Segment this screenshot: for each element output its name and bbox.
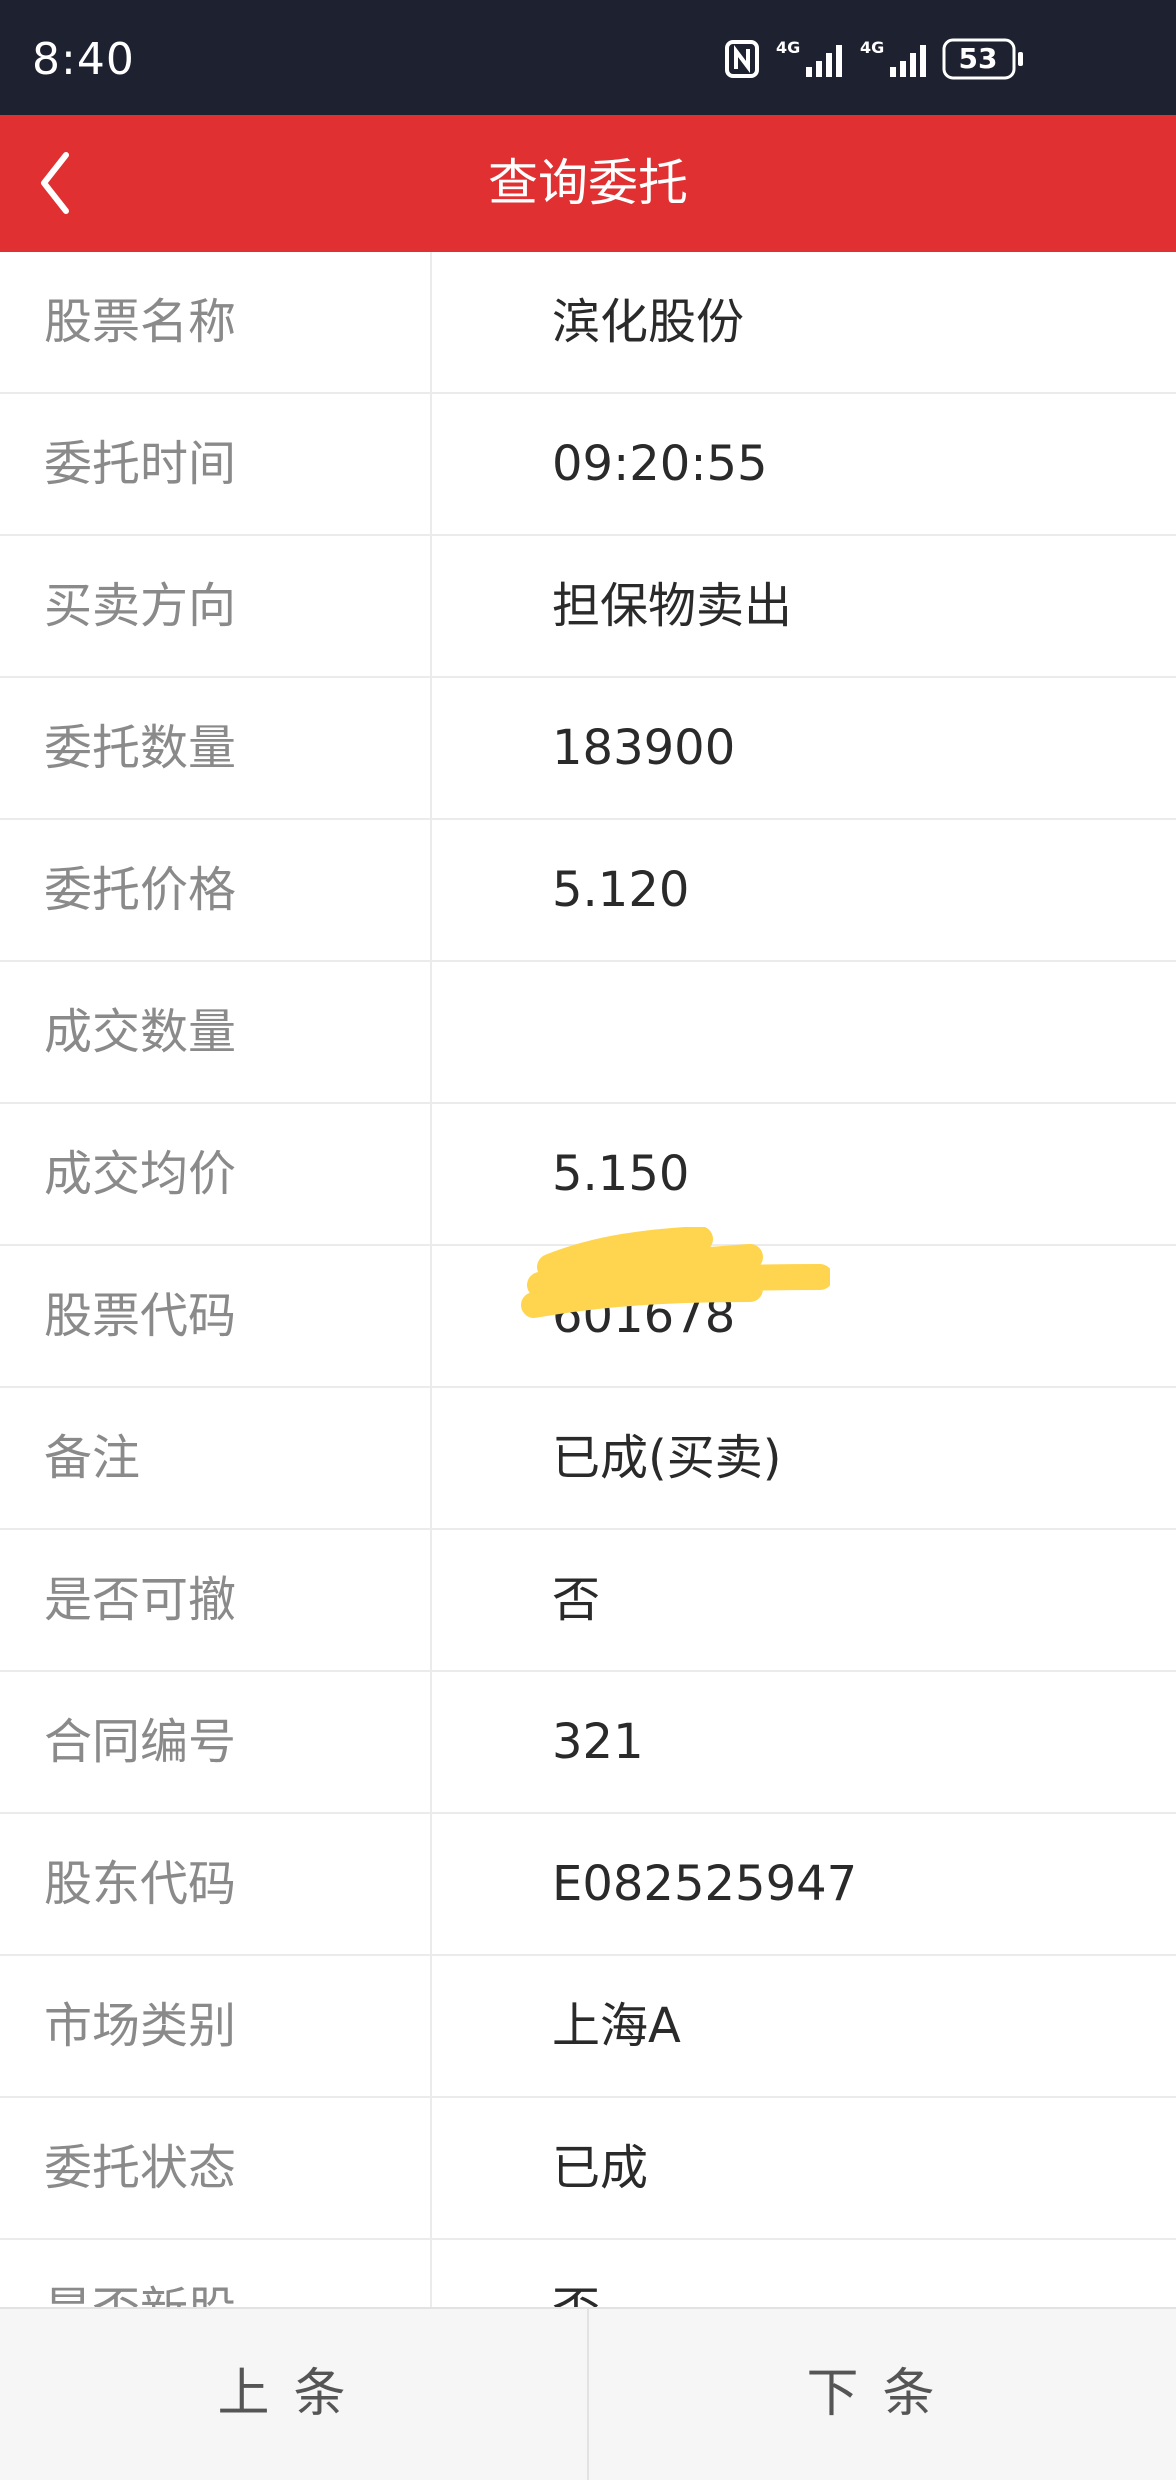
row-value: 09:20:55 — [552, 436, 768, 492]
detail-row: 合同编号 321 — [0, 1672, 1176, 1814]
detail-row: 买卖方向 担保物卖出 — [0, 536, 1176, 678]
row-value: 321 — [552, 1714, 644, 1770]
status-bar: 8:40 4G 4G 53 — [0, 0, 1176, 115]
detail-row: 委托价格 5.120 — [0, 820, 1176, 962]
row-label: 委托数量 — [0, 678, 432, 818]
status-time: 8:40 — [32, 34, 135, 85]
row-value — [432, 962, 1176, 1102]
row-label: 委托时间 — [0, 394, 432, 534]
header-bar: 查询委托 — [0, 115, 1176, 252]
battery-level: 53 — [958, 42, 998, 75]
detail-row: 成交均价 5.150 — [0, 1104, 1176, 1246]
row-value: 已成 — [552, 2140, 649, 2196]
detail-row: 市场类别 上海A — [0, 1956, 1176, 2098]
bottom-nav-bar: 上条 下条 — [0, 2307, 1176, 2480]
row-value: E082525947 — [552, 1856, 858, 1912]
row-label: 合同编号 — [0, 1672, 432, 1812]
detail-row: 是否可撤 否 — [0, 1530, 1176, 1672]
row-label: 股票名称 — [0, 252, 432, 392]
row-label: 股东代码 — [0, 1814, 432, 1954]
prev-record-button[interactable]: 上条 — [0, 2309, 587, 2480]
nfc-icon — [725, 40, 759, 78]
signal-4g-icon: 4G — [860, 38, 926, 77]
row-value: 5.150 — [552, 1146, 690, 1202]
battery-icon: 53 — [942, 37, 1026, 81]
detail-table: 股票名称 滨化股份 委托时间 09:20:55 买卖方向 担保物卖出 委托数量 … — [0, 252, 1176, 2307]
detail-row: 股东代码 E082525947 — [0, 1814, 1176, 1956]
svg-text:4G: 4G — [776, 38, 800, 57]
row-label: 委托价格 — [0, 820, 432, 960]
row-label: 备注 — [0, 1388, 432, 1528]
row-label: 是否可撤 — [0, 1530, 432, 1670]
row-label: 是否新股 — [0, 2240, 432, 2307]
row-label: 买卖方向 — [0, 536, 432, 676]
detail-row: 委托状态 已成 — [0, 2098, 1176, 2240]
detail-row: 委托数量 183900 — [0, 678, 1176, 820]
row-label: 委托状态 — [0, 2098, 432, 2238]
row-value: 5.120 — [552, 862, 690, 918]
row-value: 否 — [432, 2240, 1176, 2307]
redaction-scribble — [521, 1227, 830, 1318]
row-label: 成交数量 — [0, 962, 432, 1102]
next-record-button[interactable]: 下条 — [587, 2309, 1176, 2480]
detail-row: 委托时间 09:20:55 — [0, 394, 1176, 536]
row-value: 183900 — [552, 720, 736, 776]
row-label: 市场类别 — [0, 1956, 432, 2096]
row-value: 滨化股份 — [552, 294, 745, 350]
row-value: 已成(买卖) — [552, 1430, 782, 1486]
detail-row: 是否新股 否 — [0, 2240, 1176, 2307]
status-icons: 4G 4G 53 — [724, 36, 1026, 82]
row-label: 成交均价 — [0, 1104, 432, 1244]
row-value: 担保物卖出 — [552, 578, 793, 634]
svg-text:4G: 4G — [860, 38, 884, 57]
row-value: 否 — [552, 1572, 601, 1628]
detail-row: 成交数量 — [0, 962, 1176, 1104]
detail-row: 备注 已成(买卖) — [0, 1388, 1176, 1530]
detail-row: 股票名称 滨化股份 — [0, 252, 1176, 394]
row-label: 股票代码 — [0, 1246, 432, 1386]
signal-4g-icon: 4G — [776, 38, 842, 77]
page-title: 查询委托 — [488, 154, 688, 212]
row-value: 上海A — [552, 1998, 681, 2054]
